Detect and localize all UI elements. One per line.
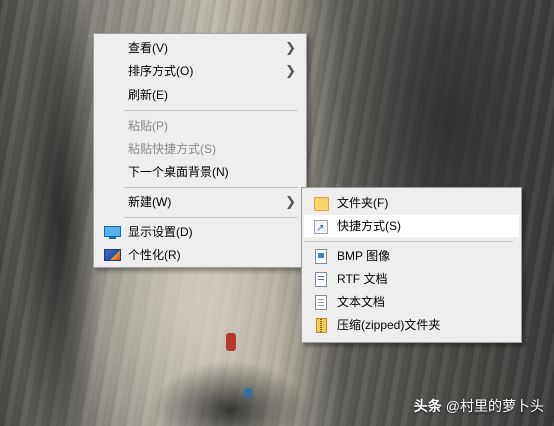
shortcut-icon — [314, 218, 328, 240]
submenu-item-zip-folder[interactable]: 压缩(zipped)文件夹 — [304, 314, 519, 336]
menu-item-label: 个性化(R) — [128, 248, 181, 262]
menu-item-paste-shortcut[interactable]: 粘贴快捷方式(S) — [96, 138, 304, 160]
menu-item-label: 粘贴快捷方式(S) — [128, 142, 216, 156]
menu-item-new[interactable]: 新建(W) ❯ — [96, 191, 304, 213]
menu-item-label: 压缩(zipped)文件夹 — [337, 318, 441, 332]
chevron-right-icon: ❯ — [285, 63, 296, 78]
menu-item-label: 新建(W) — [128, 195, 172, 209]
submenu-item-shortcut[interactable]: 快捷方式(S) — [304, 215, 519, 240]
display-icon — [104, 226, 121, 239]
menu-item-refresh[interactable]: 刷新(E) — [96, 84, 304, 106]
submenu-item-text-document[interactable]: 文本文档 — [304, 291, 519, 313]
menu-separator — [124, 217, 298, 218]
submenu-item-bmp-image[interactable]: BMP 图像 — [304, 245, 519, 267]
menu-item-next-background[interactable]: 下一个桌面背景(N) — [96, 161, 304, 183]
menu-separator — [124, 187, 298, 188]
folder-icon — [314, 197, 329, 211]
chevron-right-icon: ❯ — [285, 194, 296, 209]
menu-item-label: 查看(V) — [128, 41, 168, 55]
menu-item-label: 排序方式(O) — [128, 64, 194, 78]
chevron-right-icon: ❯ — [285, 40, 296, 55]
submenu-item-rtf-document[interactable]: RTF 文档 — [304, 268, 519, 290]
watermark-author: @村里的萝卜头 — [445, 398, 544, 414]
new-submenu: 文件夹(F) 快捷方式(S) BMP 图像 RTF 文档 文本文档 压缩(zip… — [301, 187, 522, 343]
menu-item-display-settings[interactable]: 显示设置(D) — [96, 221, 304, 243]
bmp-image-icon — [315, 249, 327, 264]
watermark: 头条 @村里的萝卜头 — [414, 396, 544, 416]
menu-item-label: 显示设置(D) — [128, 225, 193, 239]
rtf-document-icon — [315, 272, 327, 287]
climber-figure — [226, 333, 236, 351]
submenu-item-folder[interactable]: 文件夹(F) — [304, 192, 519, 214]
menu-item-paste[interactable]: 粘贴(P) — [96, 115, 304, 137]
menu-item-label: 文件夹(F) — [337, 196, 389, 210]
text-document-icon — [315, 295, 327, 310]
menu-item-label: 快捷方式(S) — [337, 219, 401, 233]
desktop-context-menu: 查看(V) ❯ 排序方式(O) ❯ 刷新(E) 粘贴(P) 粘贴快捷方式(S) … — [93, 33, 307, 268]
watermark-source: 头条 — [413, 398, 442, 414]
menu-item-sort-by[interactable]: 排序方式(O) ❯ — [96, 60, 304, 82]
menu-item-label: BMP 图像 — [337, 249, 391, 263]
personalize-icon — [104, 249, 121, 261]
menu-item-personalize[interactable]: 个性化(R) — [96, 244, 304, 266]
menu-item-label: RTF 文档 — [337, 272, 388, 286]
menu-item-label: 下一个桌面背景(N) — [128, 165, 229, 179]
menu-item-label: 文本文档 — [337, 295, 386, 309]
menu-item-label: 刷新(E) — [128, 88, 168, 102]
menu-item-label: 粘贴(P) — [128, 119, 168, 133]
menu-item-view[interactable]: 查看(V) ❯ — [96, 37, 304, 59]
menu-separator — [304, 241, 513, 242]
zip-folder-icon — [316, 318, 327, 333]
climber-figure-2 — [245, 388, 252, 398]
menu-separator — [124, 110, 298, 111]
